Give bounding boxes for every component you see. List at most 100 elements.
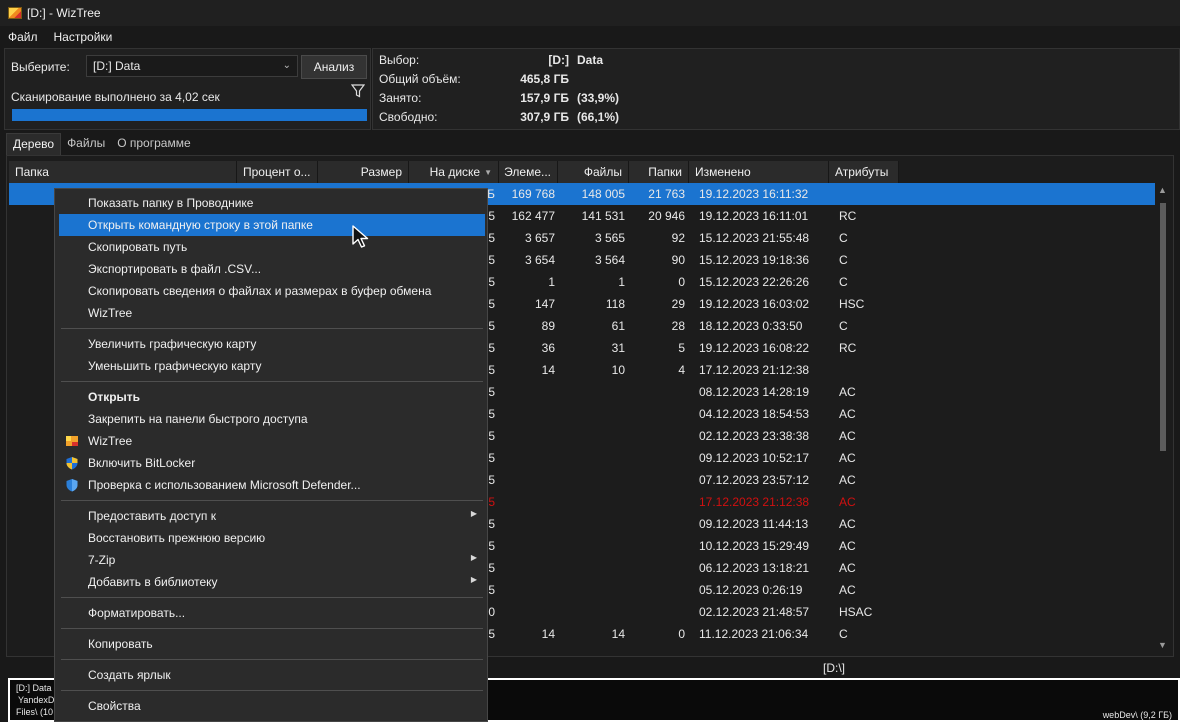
menu-separator (61, 381, 483, 382)
context-menu-item[interactable]: WizTree (59, 430, 485, 452)
context-menu-item[interactable]: Уменьшить графическую карту (59, 355, 485, 377)
cell-files (561, 407, 625, 423)
cell-attributes: HSAC (839, 605, 873, 619)
cell-items: 89 (541, 319, 555, 333)
treemap-block-label: [D:] Data (16, 683, 52, 693)
scroll-up-icon[interactable]: ▲ (1158, 185, 1167, 195)
cell-modified: 05.12.2023 0:26:19 (699, 583, 803, 597)
context-menu-item[interactable]: WizTree (59, 302, 485, 324)
menu-file[interactable]: Файл (0, 30, 46, 44)
cell-modified: 19.12.2023 16:11:32 (699, 187, 809, 201)
selection-label: Выбор: (379, 53, 420, 67)
scan-panel: Выберите: [D:] Data ⌄ Анализ Сканировани… (4, 48, 371, 130)
context-menu-item[interactable]: Показать папку в Проводнике (59, 192, 485, 214)
context-menu-item[interactable]: Свойства (59, 695, 485, 717)
cell-folders: 92 (671, 231, 685, 245)
cell-modified: 06.12.2023 13:18:21 (699, 561, 810, 575)
column-header-items-label: Элеме... (504, 165, 551, 179)
cell-attributes: AC (839, 451, 856, 465)
cell-attributes: C (839, 319, 848, 333)
drive-select-value: [D:] Data (93, 59, 141, 73)
column-header-items[interactable]: Элеме... (499, 161, 558, 183)
context-menu-item[interactable]: Открыть (59, 386, 485, 408)
wiztree-icon (66, 436, 78, 446)
cell-attributes (839, 363, 899, 379)
column-header-size-label: Размер (360, 165, 402, 179)
cell-modified: 09.12.2023 11:44:13 (699, 517, 809, 531)
tab-tree[interactable]: Дерево (6, 133, 62, 155)
cell-folders: 90 (671, 253, 685, 267)
context-menu-item[interactable]: Копировать (59, 633, 485, 655)
total-value: 465,8 ГБ (520, 72, 569, 86)
cell-folders: 0 (678, 275, 685, 289)
scroll-down-icon[interactable]: ▼ (1158, 640, 1167, 650)
context-menu-item[interactable]: Форматировать... (59, 602, 485, 624)
cell-items (499, 561, 555, 577)
column-header-attributes[interactable]: Атрибуты (829, 161, 899, 183)
column-header-size[interactable]: Размер (318, 161, 409, 183)
cell-folders (629, 583, 685, 599)
tab-files[interactable]: Файлы (61, 133, 111, 155)
context-menu-item[interactable]: 7-Zip ▶ (59, 549, 485, 571)
free-label: Свободно: (379, 110, 438, 124)
cell-files (561, 451, 625, 467)
cell-files (561, 561, 625, 577)
column-header-folders[interactable]: Папки (629, 161, 689, 183)
analyze-button[interactable]: Анализ (301, 55, 367, 79)
context-menu-item[interactable]: Предоставить доступ к ▶ (59, 505, 485, 527)
context-menu-item[interactable]: Включить BitLocker (59, 452, 485, 474)
scrollbar-thumb[interactable] (1160, 203, 1166, 451)
context-menu-item[interactable]: Создать ярлык (59, 664, 485, 686)
cell-files: 31 (611, 341, 625, 355)
cell-files (561, 517, 625, 533)
wiztree-app-icon (8, 7, 22, 19)
cell-files: 141 531 (581, 209, 625, 223)
cell-attributes: AC (839, 561, 856, 575)
context-menu-item[interactable]: Экспортировать в файл .CSV... (59, 258, 485, 280)
shield-icon (66, 457, 78, 470)
tab-about[interactable]: О программе (111, 133, 196, 155)
vertical-scrollbar[interactable]: ▲ ▼ (1157, 185, 1169, 650)
column-header-folder[interactable]: Папка (9, 161, 237, 183)
context-menu-item[interactable]: Увеличить графическую карту (59, 333, 485, 355)
context-menu-item[interactable]: Восстановить прежнюю версию (59, 527, 485, 549)
selection-name: Data (577, 53, 604, 67)
title-bar: [D:] - WizTree (0, 0, 1180, 26)
context-menu-item-label: Восстановить прежнюю версию (88, 531, 266, 545)
context-menu-item[interactable]: Скопировать путь (59, 236, 485, 258)
window-title: [D:] - WizTree (27, 6, 101, 20)
cell-folders (629, 539, 685, 555)
context-menu-item-label: Уменьшить графическую карту (88, 359, 262, 373)
column-header-disk[interactable]: На диске ▼ (409, 161, 499, 183)
select-drive-label: Выберите: (11, 60, 70, 74)
filter-icon[interactable] (351, 84, 365, 98)
drive-info-panel: Выбор: [D:] Data Общий объём: 465,8 ГБ З… (372, 48, 1180, 130)
context-menu-item-label: 7-Zip (88, 553, 116, 567)
context-menu-item[interactable]: Открыть командную строку в этой папке (59, 214, 485, 236)
status-current-path: [D:\] (823, 661, 846, 675)
context-menu-item-label: WizTree (88, 434, 133, 448)
drive-select[interactable]: [D:] Data ⌄ (86, 55, 298, 77)
cell-items: 169 768 (511, 187, 555, 201)
free-value: 307,9 ГБ (520, 110, 569, 124)
submenu-arrow-icon: ▶ (470, 575, 477, 584)
context-menu-item[interactable]: Добавить в библиотеку ▶ (59, 571, 485, 593)
context-menu-item[interactable]: Закрепить на панели быстрого доступа (59, 408, 485, 430)
cell-folders (629, 407, 685, 423)
column-header-percent[interactable]: Процент о... (237, 161, 318, 183)
cell-folders: 0 (678, 627, 685, 641)
cell-items: 162 477 (511, 209, 555, 223)
menu-separator (61, 690, 483, 691)
cell-files (561, 473, 625, 489)
menu-settings[interactable]: Настройки (46, 30, 121, 44)
cell-modified: 02.12.2023 23:38:38 (699, 429, 810, 443)
column-header-files[interactable]: Файлы (558, 161, 629, 183)
used-label: Занято: (379, 91, 422, 105)
context-menu-item[interactable]: Проверка с использованием Microsoft Defe… (59, 474, 485, 496)
cell-files: 148 005 (581, 187, 625, 201)
cell-files (561, 605, 625, 621)
column-header-attributes-label: Атрибуты (835, 165, 889, 179)
selection-drive: [D:] (548, 53, 569, 67)
column-header-modified[interactable]: Изменено (689, 161, 829, 183)
context-menu-item[interactable]: Скопировать сведения о файлах и размерах… (59, 280, 485, 302)
